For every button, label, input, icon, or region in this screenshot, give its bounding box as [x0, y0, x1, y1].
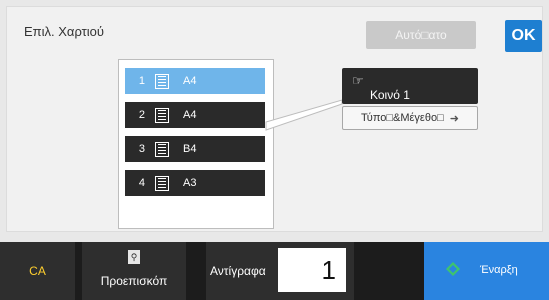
type-size-label: Τύπο□&Μέγεθο□	[361, 112, 444, 124]
preview-button[interactable]: ⚲ Προεπισκόπ	[82, 242, 186, 300]
copies-value[interactable]: 1	[278, 248, 346, 292]
start-label: Έναρξη	[480, 264, 518, 276]
paper-type-label: Κοινό 1	[370, 88, 410, 102]
copies-label: Αντίγραφα	[210, 264, 266, 278]
copies-control[interactable]: Αντίγραφα 1	[206, 242, 354, 300]
bottom-bar: CA ⚲ Προεπισκόπ Αντίγραφα 1 Έναρξη	[0, 242, 549, 300]
hand-icon: ☞	[352, 73, 364, 88]
arrow-right-icon: ➜	[449, 112, 459, 125]
preview-icon: ⚲	[128, 250, 140, 264]
type-and-size-button[interactable]: Τύπο□&Μέγεθο□ ➜	[342, 106, 478, 130]
start-icon	[446, 262, 460, 276]
ca-button[interactable]: CA	[0, 242, 75, 300]
paper-type-display[interactable]: ☞ Κοινό 1	[342, 68, 478, 104]
start-button[interactable]: Έναρξη	[424, 242, 549, 300]
preview-label: Προεπισκόπ	[100, 274, 168, 288]
